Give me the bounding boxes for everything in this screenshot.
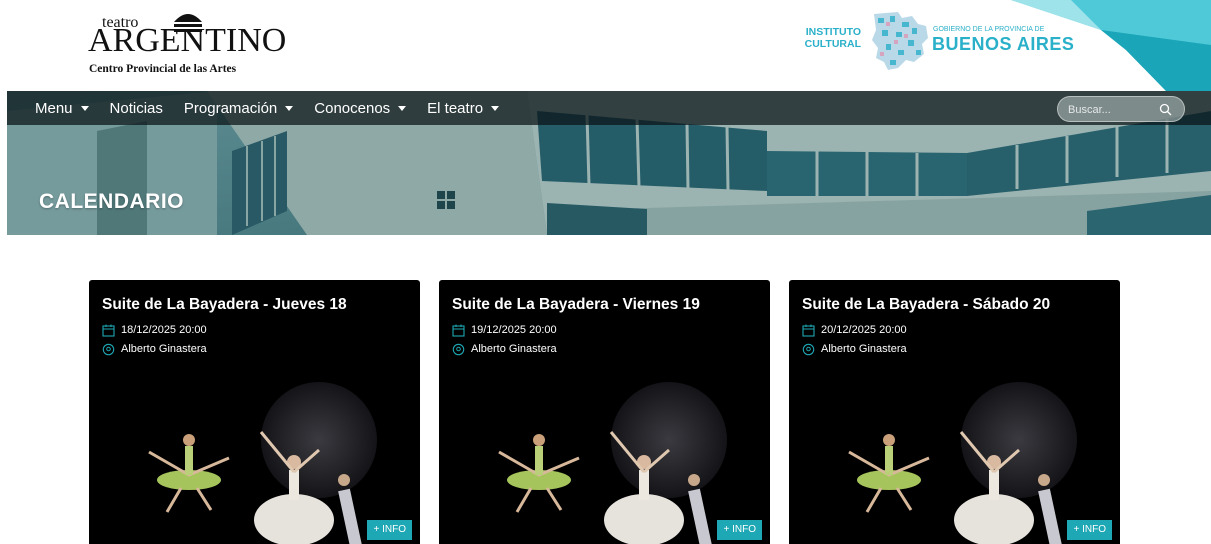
event-card[interactable]: Suite de La Bayadera - Viernes 19 19/12/… xyxy=(439,280,770,544)
event-venue: Alberto Ginastera xyxy=(102,341,207,357)
gobierno-provincia-text: GOBIERNO DE LA PROVINCIA DE xyxy=(933,26,1045,33)
page-title: CALENDARIO xyxy=(39,190,184,213)
caret-down-icon xyxy=(80,105,89,111)
nav-item-label: Conocenos xyxy=(314,99,391,117)
nav-item-menu[interactable]: Menu xyxy=(35,100,89,117)
instituto-cultural-logo[interactable]: INSTITUTO CULTURAL GOBIERNO DE LA PROVIN… xyxy=(804,10,1074,76)
search-input[interactable] xyxy=(1068,101,1158,118)
main-navbar: Menu Noticias Programación Conocenos El … xyxy=(7,91,1211,125)
location-pin-icon xyxy=(102,343,115,355)
logo-subtitle: Centro Provincial de las Artes xyxy=(89,63,237,75)
nav-item-programacion[interactable]: Programación xyxy=(183,99,294,117)
event-title: Suite de La Bayadera - Jueves 18 xyxy=(102,296,347,313)
event-venue: Alberto Ginastera xyxy=(452,341,557,357)
event-date: 20/12/2025 20:00 xyxy=(802,322,907,338)
caret-down-icon xyxy=(398,105,407,111)
site-header: teatro ARGENTINO Centro Provincial de la… xyxy=(0,0,1211,91)
nav-item-label: Menu xyxy=(35,99,73,117)
more-info-button[interactable]: + INFO xyxy=(367,520,412,540)
nav-item-label: Programación xyxy=(183,99,278,117)
logo-argentino-text: ARGENTINO xyxy=(88,22,287,59)
calendar-icon xyxy=(102,324,115,337)
more-info-button[interactable]: + INFO xyxy=(717,520,762,540)
caret-down-icon xyxy=(491,105,500,111)
event-date: 18/12/2025 20:00 xyxy=(102,322,207,338)
event-datetime-text: 20/12/2025 20:00 xyxy=(821,324,907,336)
event-datetime-text: 18/12/2025 20:00 xyxy=(121,324,207,336)
instituto-cultural-text: INSTITUTO CULTURAL xyxy=(804,26,861,50)
event-card[interactable]: Suite de La Bayadera - Jueves 18 18/12/2… xyxy=(89,280,420,544)
province-map-icon xyxy=(872,12,928,70)
event-venue: Alberto Ginastera xyxy=(802,341,907,357)
nav-item-label: Noticias xyxy=(109,99,163,117)
nav-item-conocenos[interactable]: Conocenos xyxy=(314,99,407,117)
nav-item-noticias[interactable]: Noticias xyxy=(110,100,163,117)
more-info-button[interactable]: + INFO xyxy=(1067,520,1112,540)
event-datetime-text: 19/12/2025 20:00 xyxy=(471,324,557,336)
event-card[interactable]: Suite de La Bayadera - Sábado 20 20/12/2… xyxy=(789,280,1120,544)
teatro-argentino-logo[interactable]: teatro ARGENTINO Centro Provincial de la… xyxy=(88,8,286,80)
hero-banner: Menu Noticias Programación Conocenos El … xyxy=(7,91,1211,235)
search-icon[interactable] xyxy=(1159,103,1172,116)
event-date: 19/12/2025 20:00 xyxy=(452,322,557,338)
event-title: Suite de La Bayadera - Viernes 19 xyxy=(452,296,700,313)
calendar-icon xyxy=(802,324,815,337)
event-venue-text: Alberto Ginastera xyxy=(121,343,207,355)
event-venue-text: Alberto Ginastera xyxy=(471,343,557,355)
location-pin-icon xyxy=(802,343,815,355)
buenos-aires-text: BUENOS AIRES xyxy=(932,34,1075,54)
nav-item-label: El teatro xyxy=(427,99,484,117)
location-pin-icon xyxy=(452,343,465,355)
caret-down-icon xyxy=(285,105,294,111)
calendar-icon xyxy=(452,324,465,337)
search-box[interactable] xyxy=(1057,96,1185,122)
event-venue-text: Alberto Ginastera xyxy=(821,343,907,355)
nav-item-el-teatro[interactable]: El teatro xyxy=(427,99,500,117)
nav-menu: Menu Noticias Programación Conocenos El … xyxy=(35,91,520,125)
event-title: Suite de La Bayadera - Sábado 20 xyxy=(802,296,1051,313)
